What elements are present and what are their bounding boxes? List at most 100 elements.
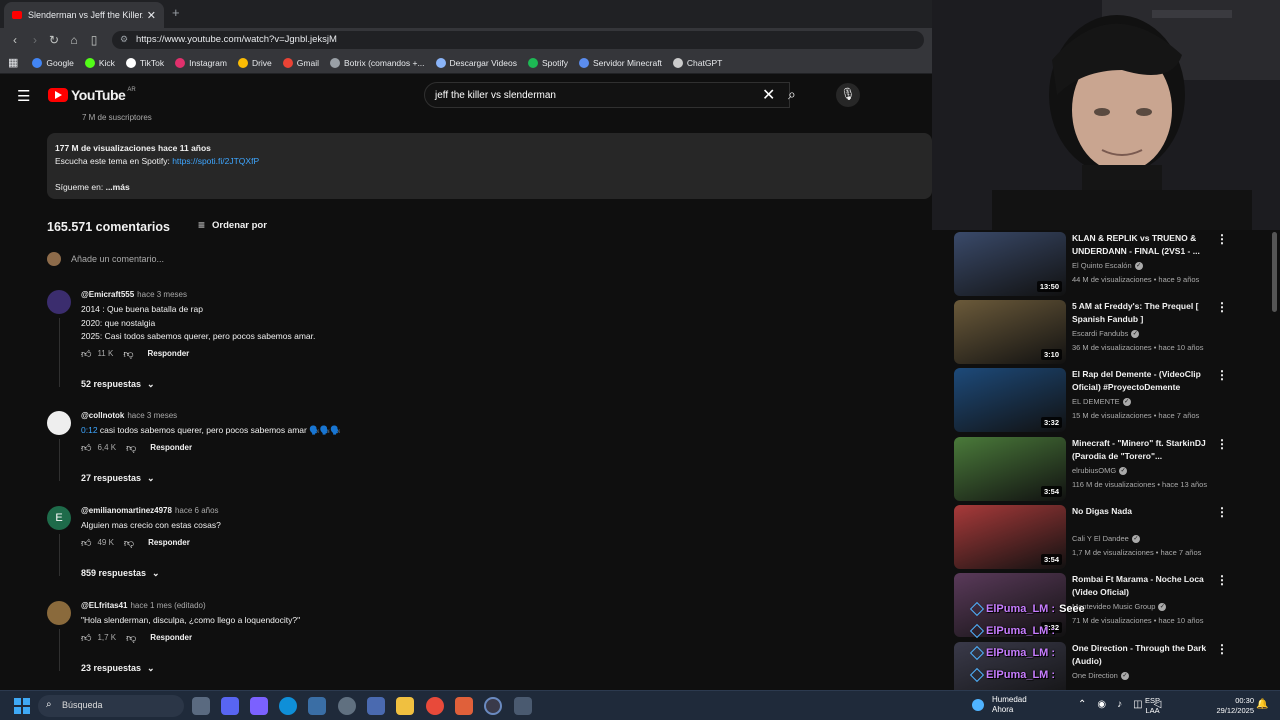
sort-comments-button[interactable]: ≡ Ordenar por (198, 218, 267, 232)
app-icon[interactable] (367, 697, 385, 715)
commenter-avatar[interactable]: E (47, 506, 71, 530)
browser-tab[interactable]: Slenderman vs Jeff the Killer. Ba ✕ (4, 2, 164, 28)
bookmark-item[interactable]: Drive (237, 57, 272, 68)
comment-time[interactable]: hace 1 mes (editado) (130, 601, 205, 610)
video-thumbnail[interactable]: 3:54 (954, 505, 1066, 569)
reply-button[interactable]: Responder (148, 538, 190, 547)
recommended-video[interactable]: 3:10 5 AM at Freddy's: The Prequel [ Span… (954, 300, 1272, 364)
weather-icon[interactable] (972, 699, 984, 711)
bookmark-item[interactable]: Descargar Videos (435, 57, 517, 68)
show-replies-button[interactable]: 52 respuestas ⌄ (81, 379, 155, 390)
channel-name[interactable]: Escardi Fandubs ✓ (1072, 329, 1140, 339)
mic-tray-icon[interactable]: ♪ (1117, 699, 1122, 710)
apps-grid-icon[interactable]: ▦ (8, 56, 18, 69)
youtube-logo[interactable]: YouTube AR (48, 87, 136, 103)
bookmark-icon[interactable]: ▯ (87, 33, 101, 47)
comment-timestamp-link[interactable]: 0:12 (81, 425, 98, 435)
site-info-icon[interactable]: ⚙ (120, 34, 128, 45)
video-title[interactable]: One Direction - Through the Dark (Audio) (1072, 642, 1212, 668)
video-thumbnail[interactable]: 3:54 (954, 437, 1066, 501)
recommended-video[interactable]: 3:54 Minecraft - "Minero" ft. StarkinDJ (… (954, 437, 1272, 501)
bookmark-item[interactable]: Instagram (175, 57, 227, 68)
video-title[interactable]: 5 AM at Freddy's: The Prequel [ Spanish … (1072, 300, 1212, 326)
video-more-icon[interactable]: ⋮ (1216, 232, 1228, 246)
weather-widget[interactable]: Humedad Ahora (992, 695, 1027, 715)
network-icon[interactable]: ◉ (1097, 699, 1106, 710)
edge-icon[interactable] (279, 697, 297, 715)
video-title[interactable]: El Rap del Demente - (VideoClip Oficial)… (1072, 368, 1212, 394)
add-comment-field[interactable]: Añade un comentario... (47, 252, 164, 266)
video-more-icon[interactable]: ⋮ (1216, 437, 1228, 451)
bookmark-item[interactable]: Spotify (527, 57, 568, 68)
recommended-video[interactable]: 3:32 El Rap del Demente - (VideoClip Ofic… (954, 368, 1272, 432)
dislike-icon[interactable]: 👎︎ (126, 442, 136, 454)
video-more-icon[interactable]: ⋮ (1216, 505, 1228, 519)
commenter-avatar[interactable] (47, 290, 71, 314)
like-icon[interactable]: 👍︎ (81, 537, 91, 549)
comment-author[interactable]: @ELfritas41 (81, 601, 127, 610)
bookmark-item[interactable]: Kick (84, 57, 115, 68)
comment-time[interactable]: hace 3 meses (127, 411, 177, 420)
search-icon[interactable]: ⌕ (788, 86, 796, 103)
channel-name[interactable]: One Direction ✓ (1072, 671, 1129, 681)
wifi-icon[interactable]: ◫ (1133, 699, 1142, 710)
recommended-video[interactable]: 13:50 KLAN & REPLIK vs TRUENO & UNDERDANN… (954, 232, 1272, 296)
hamburger-menu-icon[interactable]: ☰ (17, 87, 30, 105)
comment-author[interactable]: @emilianomartinez4978 (81, 506, 172, 515)
reply-button[interactable]: Responder (150, 443, 192, 452)
store-icon[interactable] (308, 697, 326, 715)
recommended-video[interactable]: 3:54 No Digas Nada Cali Y El Dandee ✓ 1,7 M … (954, 505, 1272, 569)
task-view-icon[interactable] (192, 697, 210, 715)
chrome-icon[interactable] (426, 697, 444, 715)
copilot-icon[interactable] (250, 697, 268, 715)
reload-icon[interactable]: ↻ (47, 33, 61, 47)
video-title[interactable]: Minecraft - "Minero" ft. StarkinDJ (Paro… (1072, 437, 1212, 463)
channel-name[interactable]: Cali Y El Dandee ✓ (1072, 534, 1140, 544)
bookmark-item[interactable]: ChatGPT (672, 57, 722, 68)
show-replies-button[interactable]: 23 respuestas ⌄ (81, 663, 155, 674)
video-description[interactable]: 177 M de visualizaciones hace 11 años Es… (47, 133, 932, 199)
video-more-icon[interactable]: ⋮ (1216, 573, 1228, 587)
microphone-icon[interactable]: 🎙 (836, 83, 860, 107)
bookmark-item[interactable]: Google (32, 57, 74, 68)
reply-button[interactable]: Responder (150, 633, 192, 642)
close-tab-icon[interactable]: ✕ (147, 9, 156, 22)
brave-icon[interactable] (455, 697, 473, 715)
search-input[interactable]: jeff the killer vs slenderman (424, 82, 790, 108)
clock[interactable]: 00:30 29/12/2025 (1208, 696, 1254, 716)
windows-start-icon[interactable] (14, 698, 30, 714)
taskbar-search[interactable]: ⌕ Búsqueda (38, 695, 184, 717)
bookmark-item[interactable]: Servidor Minecraft (578, 57, 662, 68)
comment-author[interactable]: @Emicraft555 (81, 290, 134, 299)
url-field[interactable]: ⚙ https://www.youtube.com/watch?v=Jgnbl.… (112, 31, 924, 49)
bookmark-item[interactable]: Botrix (comandos +... (329, 57, 425, 68)
spotify-link[interactable]: https://spoti.fi/2JTQXfP (172, 156, 259, 166)
video-thumbnail[interactable]: 3:10 (954, 300, 1066, 364)
settings-icon[interactable] (338, 697, 356, 715)
chevron-up-icon[interactable]: ⌃ (1078, 699, 1086, 710)
video-thumbnail[interactable]: 13:50 (954, 232, 1066, 296)
video-more-icon[interactable]: ⋮ (1216, 642, 1228, 656)
comment-time[interactable]: hace 6 años (175, 506, 219, 515)
video-thumbnail[interactable]: 3:32 (954, 368, 1066, 432)
reply-button[interactable]: Responder (147, 349, 189, 358)
obs-icon[interactable] (484, 697, 502, 715)
notification-bell-icon[interactable]: 🔔 (1256, 699, 1268, 710)
show-replies-button[interactable]: 27 respuestas ⌄ (81, 473, 155, 484)
video-title[interactable]: No Digas Nada (1072, 505, 1212, 518)
commenter-avatar[interactable] (47, 601, 71, 625)
clear-search-icon[interactable]: ✕ (762, 85, 775, 105)
dislike-icon[interactable]: 👎︎ (123, 348, 133, 360)
video-more-icon[interactable]: ⋮ (1216, 300, 1228, 314)
home-icon[interactable]: ⌂ (67, 33, 81, 47)
language-indicator[interactable]: ESP LAA (1145, 696, 1160, 716)
video-title[interactable]: KLAN & REPLIK vs TRUENO & UNDERDANN - FI… (1072, 232, 1212, 258)
new-tab-button[interactable]: + (172, 5, 180, 20)
back-icon[interactable]: ‹ (8, 33, 22, 47)
video-more-icon[interactable]: ⋮ (1216, 368, 1228, 382)
bookmark-item[interactable]: TikTok (125, 57, 164, 68)
channel-name[interactable]: EL DEMENTE ✓ (1072, 397, 1131, 407)
sidebar-scrollbar[interactable] (1272, 232, 1277, 312)
commenter-avatar[interactable] (47, 411, 71, 435)
like-icon[interactable]: 👍︎ (81, 632, 91, 644)
